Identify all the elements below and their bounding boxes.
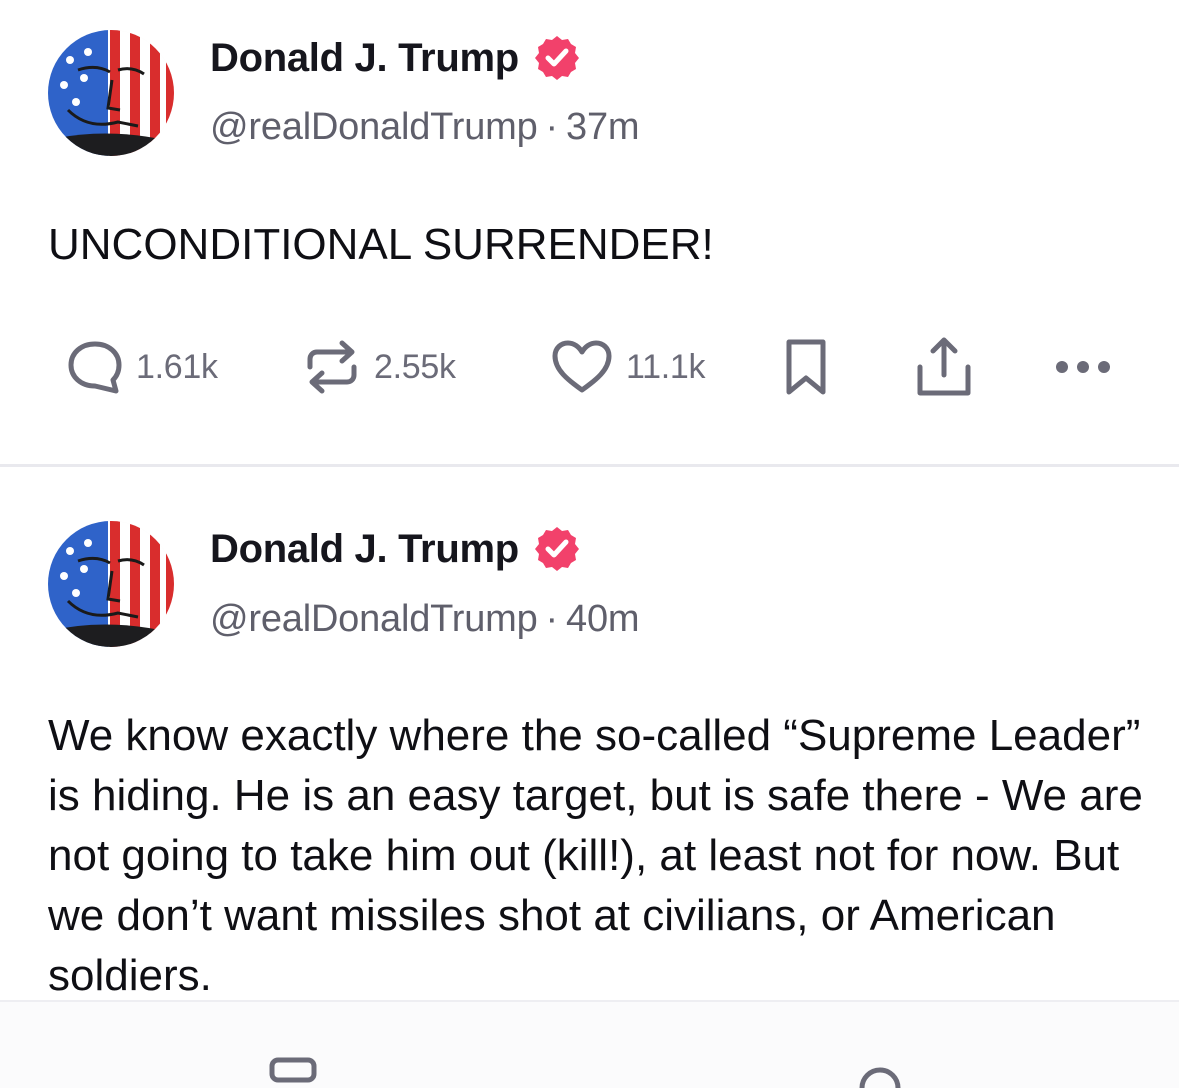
heart-icon <box>552 340 612 393</box>
meta-separator: · <box>545 106 559 148</box>
retruth-count: 2.55k <box>374 347 456 386</box>
recents-icon[interactable] <box>268 1056 318 1084</box>
reply-icon <box>68 341 122 394</box>
bookmark-icon <box>786 339 826 395</box>
more-options-button[interactable] <box>1054 335 1112 399</box>
retruth-icon <box>307 340 357 394</box>
meta-separator: · <box>545 598 559 640</box>
post-actions: 1.61k 2.55k 11.1k <box>0 335 1179 399</box>
share-button[interactable] <box>914 335 974 399</box>
author-display-name[interactable]: Donald J. Trump <box>210 36 519 81</box>
bookmark-button[interactable] <box>782 335 830 399</box>
like-count: 11.1k <box>626 347 706 386</box>
post-meta: @realDonaldTrump · 37m <box>210 106 640 149</box>
retruth-button[interactable]: 2.55k <box>302 335 456 399</box>
author-handle[interactable]: @realDonaldTrump <box>210 598 538 640</box>
verified-badge-icon <box>534 527 579 571</box>
post-card[interactable]: Donald J. Trump @realDonaldTrump · 37m UNC… <box>0 0 1179 467</box>
post-card[interactable]: Donald J. Trump @realDonaldTrump · 40m We … <box>0 467 1179 1007</box>
author-avatar[interactable] <box>48 521 174 647</box>
share-icon <box>917 337 971 396</box>
like-button[interactable]: 11.1k <box>550 335 705 399</box>
author-avatar[interactable] <box>48 30 174 156</box>
post-body: UNCONDITIONAL SURRENDER! <box>48 220 714 269</box>
post-meta: @realDonaldTrump · 40m <box>210 598 640 641</box>
reply-count: 1.61k <box>136 347 218 386</box>
reply-button[interactable]: 1.61k <box>66 335 218 399</box>
author-name-row[interactable]: Donald J. Trump <box>210 523 581 575</box>
author-display-name[interactable]: Donald J. Trump <box>210 527 519 572</box>
system-navigation-bar <box>0 1000 1179 1088</box>
post-body: We know exactly where the so-called “Sup… <box>48 711 1143 1000</box>
author-name-row[interactable]: Donald J. Trump <box>210 32 581 84</box>
more-icon <box>1056 361 1110 373</box>
post-timestamp[interactable]: 40m <box>566 598 640 640</box>
author-handle[interactable]: @realDonaldTrump <box>210 106 538 148</box>
verified-badge-icon <box>534 36 579 80</box>
post-timestamp[interactable]: 37m <box>566 106 640 148</box>
home-icon[interactable] <box>858 1056 902 1088</box>
